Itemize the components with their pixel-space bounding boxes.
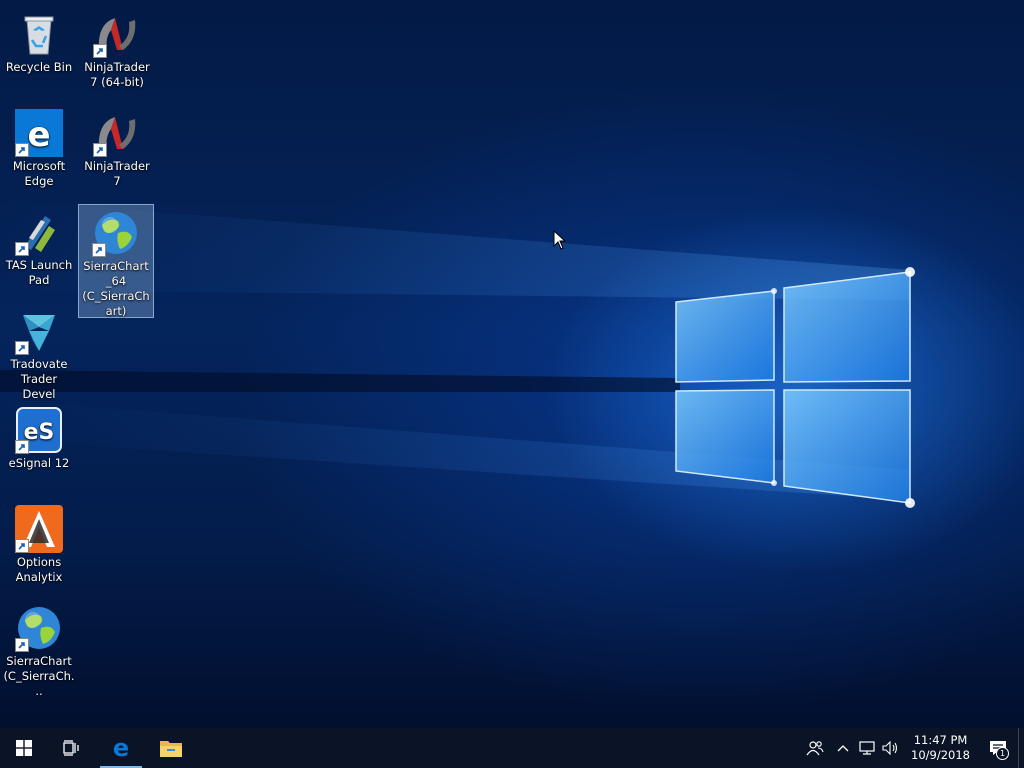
recycle-bin-icon <box>15 10 63 58</box>
system-tray: 11:47 PM 10/9/2018 1 <box>799 728 1024 768</box>
shortcut-arrow-icon <box>15 638 29 652</box>
desktop-icon-sierrachart[interactable]: SierraChart (C_SierraCh... <box>1 600 77 699</box>
network-icon <box>859 741 875 755</box>
people-button[interactable] <box>799 728 831 768</box>
edge-icon: e <box>113 736 129 760</box>
clock[interactable]: 11:47 PM 10/9/2018 <box>903 733 978 763</box>
desktop-icon-label: NinjaTrader 7 (64-bit) <box>84 60 150 89</box>
shortcut-arrow-icon <box>92 243 106 257</box>
tas-launchpad-icon <box>15 208 63 256</box>
desktop-icon-label: Microsoft Edge <box>12 159 66 188</box>
show-desktop-button[interactable] <box>1018 728 1024 768</box>
desktop-icon-tas-launch-pad[interactable]: TAS Launch Pad <box>1 204 77 288</box>
desktop-icon-options-analytix[interactable]: Options Analytix <box>1 501 77 585</box>
clock-time: 11:47 PM <box>913 733 968 747</box>
shortcut-arrow-icon <box>15 539 29 553</box>
ninjatrader-icon <box>93 10 141 58</box>
desktop-icon-label: SierraChart (C_SierraCh... <box>3 654 75 698</box>
show-hidden-icons-button[interactable] <box>831 728 855 768</box>
desktop-icon-recycle-bin[interactable]: Recycle Bin <box>1 6 77 75</box>
people-icon <box>806 741 824 756</box>
network-button[interactable] <box>855 728 879 768</box>
windows-logo-icon <box>16 740 32 756</box>
shortcut-arrow-icon <box>15 440 29 454</box>
shortcut-arrow-icon <box>15 341 29 355</box>
taskbar: e 11:47 PM 10/9/2018 1 <box>0 728 1024 768</box>
svg-text:e: e <box>27 115 50 155</box>
options-analytix-icon <box>15 505 63 553</box>
desktop-icon-label: Options Analytix <box>15 555 63 584</box>
taskbar-edge-button[interactable]: e <box>96 728 146 768</box>
volume-button[interactable] <box>879 728 903 768</box>
globe-icon <box>15 604 63 652</box>
notification-count-badge: 1 <box>996 747 1009 760</box>
action-center-button[interactable]: 1 <box>978 728 1018 768</box>
shortcut-arrow-icon <box>15 242 29 256</box>
desktop-icon-microsoft-edge[interactable]: e Microsoft Edge <box>1 105 77 189</box>
clock-date: 10/9/2018 <box>911 748 970 762</box>
desktop-icon-label: Recycle Bin <box>5 60 73 74</box>
desktop-icon-label: Tradovate Trader Devel <box>10 357 68 401</box>
globe-icon <box>92 209 140 257</box>
volume-icon <box>882 741 898 755</box>
edge-icon: e <box>15 109 63 157</box>
svg-text:e: e <box>113 736 129 760</box>
chevron-up-icon <box>837 745 849 752</box>
desktop-icon-label: NinjaTrader 7 <box>84 159 150 188</box>
start-button[interactable] <box>0 728 48 768</box>
desktop-icon-label: SierraChart_64 (C_SierraChart) <box>82 259 150 318</box>
desktop-icon-sierrachart-64[interactable]: SierraChart_64 (C_SierraChart) <box>78 204 154 318</box>
task-view-icon <box>63 740 79 756</box>
shortcut-arrow-icon <box>93 44 107 58</box>
desktop-icon-label: TAS Launch Pad <box>5 258 73 287</box>
desktop-icon-tradovate[interactable]: Tradovate Trader Devel <box>1 303 77 402</box>
taskbar-file-explorer-button[interactable] <box>146 728 196 768</box>
desktop-icon-esignal[interactable]: eS eSignal 12 <box>1 402 77 471</box>
mouse-cursor-icon <box>553 230 567 250</box>
ninjatrader-icon <box>93 109 141 157</box>
esignal-icon: eS <box>15 406 63 454</box>
shortcut-arrow-icon <box>93 143 107 157</box>
desktop-icon-ninjatrader-64[interactable]: NinjaTrader 7 (64-bit) <box>79 6 155 90</box>
task-view-button[interactable] <box>48 728 96 768</box>
desktop[interactable]: Recycle Bin e Microsoft Edge TAS Launch … <box>0 0 1024 728</box>
desktop-icon-ninjatrader[interactable]: NinjaTrader 7 <box>79 105 155 189</box>
tradovate-icon <box>15 307 63 355</box>
file-explorer-icon <box>160 741 182 757</box>
shortcut-arrow-icon <box>15 143 29 157</box>
desktop-icon-label: eSignal 12 <box>8 456 70 470</box>
